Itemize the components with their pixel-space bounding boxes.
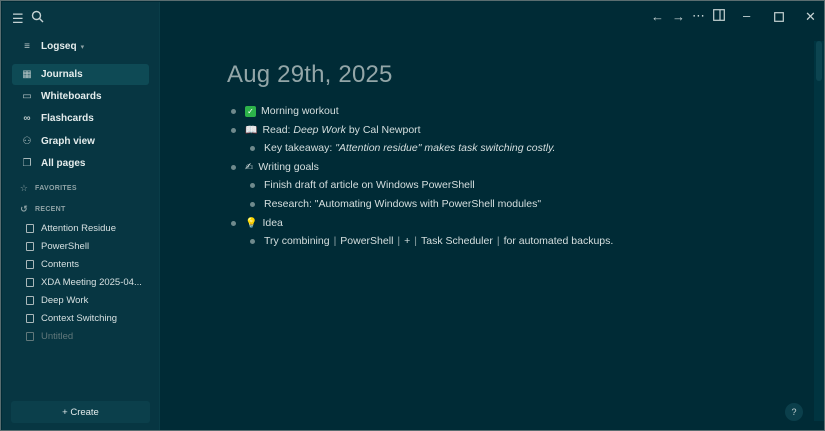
create-button[interactable]: + Create <box>11 401 150 423</box>
block[interactable]: 📖 Read: Deep Work by Cal Newport <box>231 124 421 136</box>
book-icon: 📖 <box>245 124 258 136</box>
pages-icon: ❐ <box>22 158 32 169</box>
whiteboard-icon <box>26 332 34 341</box>
scrollbar-track[interactable] <box>814 41 824 421</box>
recent-item[interactable]: XDA Meeting 2025-04... <box>26 277 151 288</box>
recent-header[interactable]: ↺ RECENT <box>18 204 66 215</box>
block[interactable]: Key takeaway: "Attention residue" makes … <box>250 142 555 154</box>
nav-all-pages[interactable]: ❐ All pages <box>12 153 149 174</box>
search-icon[interactable] <box>31 10 44 26</box>
graph-selector[interactable]: ≡ Logseq ▾ <box>12 36 149 57</box>
bullet-icon[interactable] <box>250 145 255 151</box>
recent-item[interactable]: Deep Work <box>26 295 151 306</box>
ref-bracket: | <box>496 235 500 247</box>
bullet-icon[interactable] <box>231 127 236 133</box>
nav-flashcards[interactable]: ∞ Flashcards <box>12 108 149 129</box>
page-title[interactable]: Aug 29th, 2025 <box>227 61 393 89</box>
block[interactable]: Try combining | PowerShell | + | Task Sc… <box>250 235 613 247</box>
block[interactable]: ✓ Morning workout <box>231 105 339 117</box>
favorites-header[interactable]: ☆ FAVORITES <box>18 183 77 194</box>
block[interactable]: Finish draft of article on Windows Power… <box>250 179 475 191</box>
nav-journals[interactable]: ▦ Journals <box>12 64 149 85</box>
bullet-icon[interactable] <box>250 201 255 207</box>
nav-graph-view[interactable]: ⚇ Graph view <box>12 131 149 152</box>
whiteboard-icon: ▭ <box>22 91 32 102</box>
ref-bracket: | <box>397 235 401 247</box>
page-icon <box>26 224 34 233</box>
page-icon <box>26 242 34 251</box>
recent-item[interactable]: Attention Residue <box>26 223 151 234</box>
nav-whiteboards[interactable]: ▭ Whiteboards <box>12 86 149 107</box>
recent-item[interactable]: Context Switching <box>26 313 151 324</box>
database-icon: ≡ <box>24 41 30 52</box>
writing-hand-icon: ✍ <box>245 161 254 173</box>
bullet-icon[interactable] <box>231 220 236 226</box>
page-icon <box>26 314 34 323</box>
page-icon <box>26 260 34 269</box>
block[interactable]: ✍ Writing goals <box>231 161 319 173</box>
bullet-icon[interactable] <box>231 108 236 114</box>
recent-item[interactable]: PowerShell <box>26 241 151 252</box>
block[interactable]: 💡 Idea <box>231 217 283 229</box>
bullet-icon[interactable] <box>231 164 236 170</box>
ref-bracket: | <box>333 235 337 247</box>
page-ref-powershell[interactable]: PowerShell <box>340 235 393 247</box>
history-icon: ↺ <box>20 204 28 214</box>
help-button[interactable]: ? <box>785 403 803 421</box>
logseq-window: ☰ ≡ Logseq ▾ ▦ Journals ▭ Whiteboards ∞ … <box>0 0 825 431</box>
calendar-icon: ▦ <box>22 69 32 80</box>
recent-item[interactable]: Contents <box>26 259 151 270</box>
block[interactable]: Research: "Automating Windows with Power… <box>250 198 541 210</box>
left-sidebar: ☰ ≡ Logseq ▾ ▦ Journals ▭ Whiteboards ∞ … <box>2 2 160 430</box>
scrollbar-thumb[interactable] <box>816 41 822 81</box>
hamburger-icon[interactable]: ☰ <box>12 11 24 27</box>
page-ref-task-scheduler[interactable]: Task Scheduler <box>421 235 493 247</box>
star-icon: ☆ <box>19 183 29 193</box>
infinity-icon: ∞ <box>23 113 31 124</box>
chevron-down-icon: ▾ <box>80 43 85 51</box>
journal-main: Aug 29th, 2025 ✓ Morning workout 📖 Read:… <box>161 1 824 430</box>
bullet-icon[interactable] <box>250 238 255 244</box>
lightbulb-icon: 💡 <box>245 217 258 229</box>
page-icon <box>26 278 34 287</box>
graph-icon: ⚇ <box>22 136 32 147</box>
page-icon <box>26 296 34 305</box>
recent-item[interactable]: Untitled <box>26 331 151 342</box>
bullet-icon[interactable] <box>250 182 255 188</box>
check-emoji-icon: ✓ <box>245 105 256 117</box>
ref-bracket: | <box>414 235 418 247</box>
